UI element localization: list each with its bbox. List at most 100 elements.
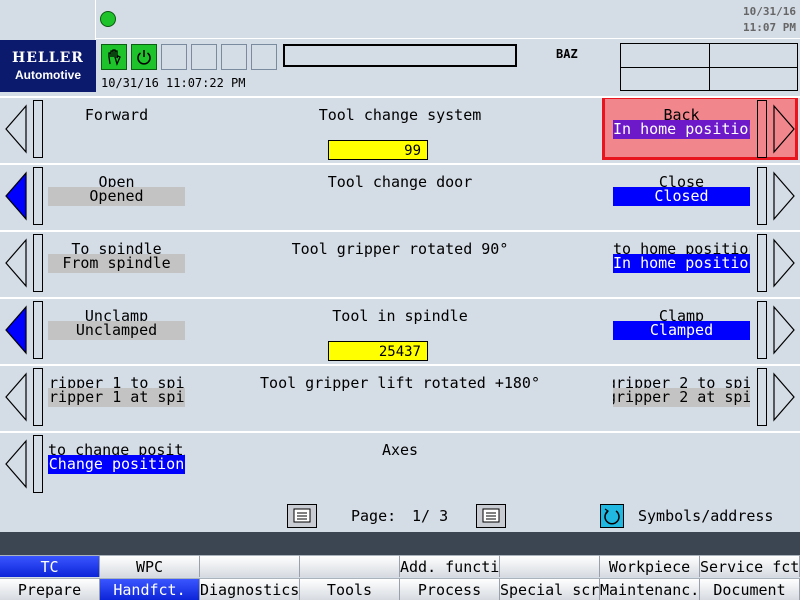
row1-right: Back In home position [613, 98, 750, 161]
row1-left-label: Forward [84, 106, 149, 124]
status-led-icon [100, 11, 116, 27]
spindle-tool-counter: 25437 [328, 341, 428, 361]
right-indicator-bar [757, 100, 767, 158]
row2-center: Tool change door [220, 165, 580, 228]
softkey-diagnostics[interactable]: Diagnostics [200, 578, 300, 600]
empty-status-slot [221, 44, 247, 70]
empty-status-slot [251, 44, 277, 70]
right-arrow-icon[interactable] [770, 100, 798, 158]
left-indicator-bar [33, 167, 43, 225]
top-datetime: 10/31/16 11:07 PM [743, 4, 796, 36]
row5-right: gripper 2 to spindle gripper 2 at spindl… [613, 366, 750, 429]
tool-change-counter: 99 [328, 140, 428, 160]
row-tool-in-spindle: Unclamp Unclamped Tool in spindle 25437 … [0, 297, 800, 362]
softkey-divider-strip [0, 532, 800, 556]
softkey-maintenance[interactable]: Maintenanc. [600, 578, 700, 600]
row5-right-status: gripper 2 at spindle [613, 388, 750, 407]
left-indicator-bar [33, 100, 43, 158]
row2-right: Close Closed [613, 165, 750, 228]
softkey-process[interactable]: Process [400, 578, 500, 600]
right-arrow-icon[interactable] [770, 234, 798, 292]
softkey-empty-4[interactable] [300, 555, 400, 577]
hand-icon[interactable] [101, 44, 127, 70]
softkey-document[interactable]: Document [700, 578, 800, 600]
top-time: 11:07 PM [743, 21, 796, 34]
row3-center-label: Tool gripper rotated 90° [291, 240, 509, 258]
row5-center-label: Tool gripper lift rotated +180° [260, 374, 540, 392]
heller-logo: HELLER Automotive [0, 40, 96, 92]
softkey-empty-3[interactable] [200, 555, 300, 577]
page-forward-icon[interactable] [476, 504, 506, 528]
row5-center: Tool gripper lift rotated +180° [220, 366, 580, 429]
left-indicator-bar [33, 301, 43, 359]
row6-center-label: Axes [381, 441, 419, 459]
header-blank-area [0, 0, 96, 40]
status-grid [620, 43, 798, 91]
left-arrow-icon[interactable] [2, 435, 30, 493]
grid-line [709, 44, 710, 90]
softkey-empty-6[interactable] [500, 555, 600, 577]
softkey-workpiece[interactable]: Workpiece [600, 555, 700, 577]
logo-sub: Automotive [15, 68, 81, 82]
left-indicator-bar [33, 368, 43, 426]
row1-right-status: In home position [613, 120, 750, 139]
row4-center-label: Tool in spindle [332, 307, 468, 325]
right-indicator-bar [757, 368, 767, 426]
top-date: 10/31/16 [743, 5, 796, 18]
row6-left: to change position Change position [48, 433, 185, 496]
row-axes: to change position Change position Axes [0, 431, 800, 500]
softkey-service-fct[interactable]: Service fct. [700, 555, 800, 577]
row2-right-status: Closed [613, 187, 750, 206]
page-label: Page: [351, 507, 397, 525]
softkey-prepare[interactable]: Prepare [0, 578, 100, 600]
row4-left-status: Unclamped [48, 321, 185, 340]
row1-center: Tool change system 99 [220, 98, 580, 161]
page-back-icon[interactable] [287, 504, 317, 528]
row-tool-change-door: Open Opened Tool change door Close Close… [0, 163, 800, 226]
row6-left-status: Change position [48, 455, 185, 474]
header-datetime: 10/31/16 11:07:22 PM [101, 76, 246, 90]
row-tool-gripper-lift: gripper 1 to spindle gripper 1 at spindl… [0, 364, 800, 427]
softkey-wpc[interactable]: WPC [100, 555, 200, 577]
left-arrow-icon[interactable] [2, 234, 30, 292]
softkey-tools[interactable]: Tools [300, 578, 400, 600]
softkey-special-scre[interactable]: Special scre [500, 578, 600, 600]
row3-right: to home position In home position [613, 232, 750, 295]
row2-left-status: Opened [48, 187, 185, 206]
row3-right-status: In home position [613, 254, 750, 273]
row5-left: gripper 1 to spindle gripper 1 at spindl… [48, 366, 185, 429]
channel-label: BAZ [556, 47, 578, 61]
row6-center: Axes [220, 433, 580, 496]
row1-left: Forward [48, 98, 185, 161]
power-icon[interactable] [131, 44, 157, 70]
empty-status-slot [191, 44, 217, 70]
left-arrow-active-icon[interactable] [2, 301, 30, 359]
row2-center-label: Tool change door [327, 173, 473, 191]
row-tool-change-system: Forward Tool change system 99 Back In ho… [0, 96, 800, 161]
right-indicator-bar [757, 167, 767, 225]
empty-status-slot [161, 44, 187, 70]
right-arrow-icon[interactable] [770, 368, 798, 426]
left-indicator-bar [33, 234, 43, 292]
header-bar: 10/31/16 11:07 PM HELLER Automotive BAZ … [0, 0, 800, 96]
symbols-toggle-icon[interactable] [600, 504, 624, 528]
right-arrow-icon[interactable] [770, 167, 798, 225]
right-arrow-icon[interactable] [770, 301, 798, 359]
row1-center-label: Tool change system [318, 106, 482, 124]
softkey-handfct[interactable]: Handfct. [100, 578, 200, 600]
row3-center: Tool gripper rotated 90° [220, 232, 580, 295]
left-arrow-active-icon[interactable] [2, 167, 30, 225]
row2-left: Open Opened [48, 165, 185, 228]
softkey-add-function[interactable]: Add. function [400, 555, 500, 577]
row4-center: Tool in spindle 25437 [220, 299, 580, 362]
row-tool-gripper-rotated: To spindle From spindle Tool gripper rot… [0, 230, 800, 293]
symbols-address-label: Symbols/address [638, 507, 774, 525]
softkey-tc[interactable]: TC [0, 555, 100, 577]
logo-brand: HELLER [12, 50, 84, 66]
left-arrow-icon[interactable] [2, 368, 30, 426]
row4-right: Clamp Clamped [613, 299, 750, 362]
left-arrow-icon[interactable] [2, 100, 30, 158]
row3-left-status: From spindle [48, 254, 185, 273]
row4-right-status: Clamped [613, 321, 750, 340]
row4-left: Unclamp Unclamped [48, 299, 185, 362]
